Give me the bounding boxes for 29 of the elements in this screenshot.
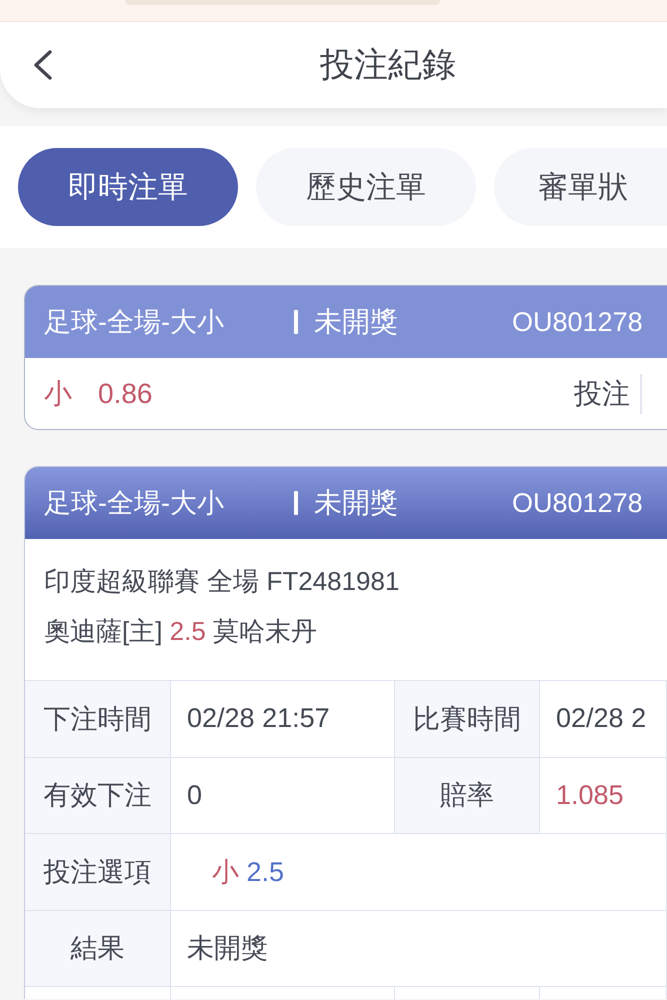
table-cell: 0: [187, 780, 202, 811]
table-cell: 02/28 21:57: [187, 703, 330, 734]
bet-market: 足球-全場-大小: [44, 487, 225, 520]
order-id: OU801278: [512, 306, 643, 338]
odds-value: 1.085: [556, 780, 624, 811]
selection-value: 小 2.5: [212, 856, 284, 889]
bet-button[interactable]: 投注: [574, 374, 640, 412]
league-info: 印度超級聯賽 全場 FT2481981: [44, 565, 400, 598]
table-cell-text: 未開獎: [187, 932, 268, 966]
odds-value: 0.86: [98, 378, 152, 410]
back-button[interactable]: [32, 49, 54, 81]
chevron-left-icon: [33, 50, 53, 80]
table-cell: 02/28 2: [556, 703, 646, 734]
tab[interactable]: 審單狀: [494, 148, 667, 226]
bet-status: 未開獎: [314, 305, 399, 339]
bet-market: 足球-全場-大小: [44, 306, 225, 339]
bet-status: 未開獎: [314, 486, 399, 520]
page-title: 投注紀錄: [320, 45, 456, 86]
tab[interactable]: 即時注單: [18, 148, 238, 226]
pick-label: 小: [44, 376, 72, 410]
table-label: 有效下注: [25, 758, 171, 834]
table-label: 賠率: [395, 758, 540, 834]
table-label: 下注時間: [25, 681, 171, 758]
table-label: 投注選項: [25, 834, 171, 910]
tab[interactable]: 歷史注單: [256, 148, 476, 226]
order-id: OU801278: [512, 488, 643, 518]
table-label: 比賽時間: [395, 681, 540, 758]
match-teams: 奧迪薩[主] 2.5 莫哈末丹: [44, 615, 318, 648]
table-label: 結果: [25, 910, 171, 987]
